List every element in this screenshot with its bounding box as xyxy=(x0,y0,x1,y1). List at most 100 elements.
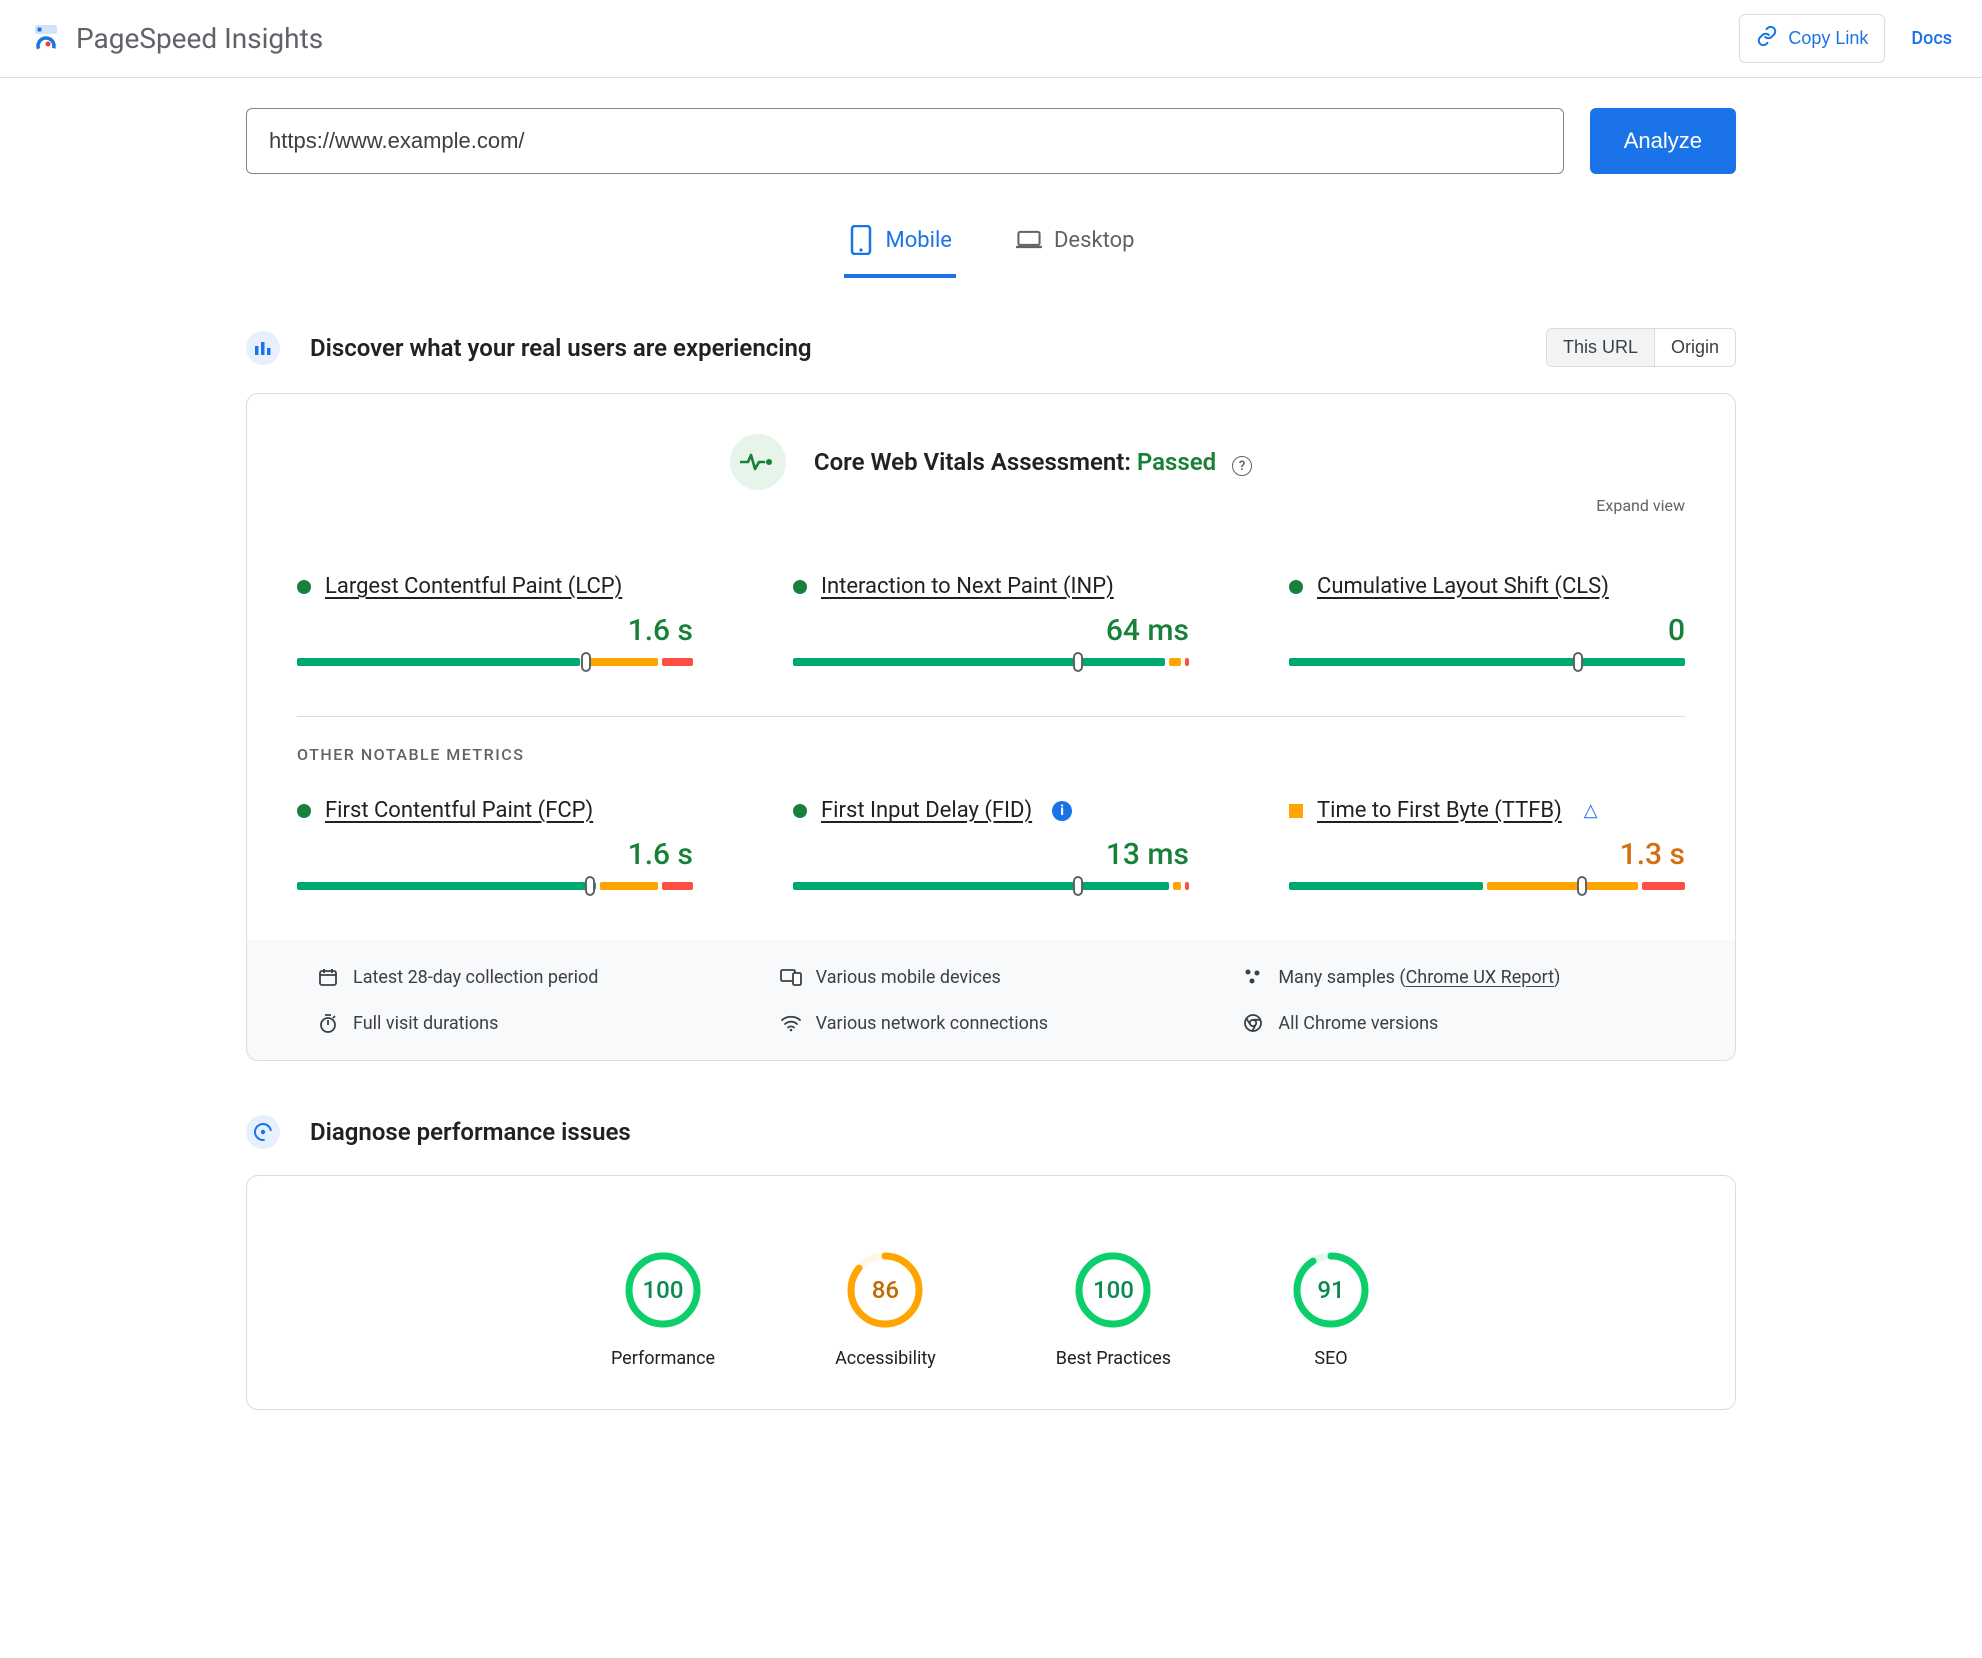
score-seo[interactable]: 91 SEO xyxy=(1291,1250,1371,1369)
footer-versions: All Chrome versions xyxy=(1242,1012,1665,1034)
scope-this-url[interactable]: This URL xyxy=(1547,329,1654,366)
score-value: 100 xyxy=(1073,1250,1153,1330)
docs-link[interactable]: Docs xyxy=(1911,28,1952,49)
url-input[interactable] xyxy=(246,108,1564,174)
status-dot-green xyxy=(793,804,807,818)
metric-inp-name[interactable]: Interaction to Next Paint (INP) xyxy=(821,574,1114,599)
discover-section-row: Discover what your real users are experi… xyxy=(246,328,1736,367)
metric-ttfb-bar xyxy=(1289,882,1685,890)
copy-link-label: Copy Link xyxy=(1788,28,1868,49)
metric-ttfb-name[interactable]: Time to First Byte (TTFB) xyxy=(1317,798,1562,823)
metric-ttfb-value: 1.3 s xyxy=(1289,837,1685,872)
metric-inp: Interaction to Next Paint (INP) 64 ms xyxy=(793,574,1189,666)
metric-ttfb: Time to First Byte (TTFB) △ 1.3 s xyxy=(1289,798,1685,890)
expand-view-link[interactable]: Expand view xyxy=(1596,496,1685,515)
app-title: PageSpeed Insights xyxy=(76,22,323,55)
info-icon[interactable]: i xyxy=(1052,801,1072,821)
score-label: Best Practices xyxy=(1056,1348,1171,1369)
stopwatch-icon xyxy=(317,1012,339,1034)
metric-fcp-name[interactable]: First Contentful Paint (FCP) xyxy=(325,798,593,823)
field-data-card: Core Web Vitals Assessment: Passed ? Exp… xyxy=(246,393,1736,1061)
app-header: PageSpeed Insights Copy Link Docs xyxy=(0,0,1982,78)
calendar-icon xyxy=(317,966,339,988)
samples-icon xyxy=(1242,966,1264,988)
status-dot-green xyxy=(297,580,311,594)
desktop-icon xyxy=(1016,224,1042,256)
metric-inp-bar xyxy=(793,658,1189,666)
lighthouse-scores: 100 Performance 86 Accessibility 100 Best Pra… xyxy=(297,1216,1685,1399)
tab-mobile[interactable]: Mobile xyxy=(844,220,956,278)
status-square-orange xyxy=(1289,804,1303,818)
url-row: Analyze xyxy=(246,108,1736,174)
analyze-button[interactable]: Analyze xyxy=(1590,108,1736,174)
metric-fid-value: 13 ms xyxy=(793,837,1189,872)
metric-fcp-value: 1.6 s xyxy=(297,837,693,872)
metric-fcp: First Contentful Paint (FCP) 1.6 s xyxy=(297,798,693,890)
header-actions: Copy Link Docs xyxy=(1739,14,1952,63)
score-value: 100 xyxy=(623,1250,703,1330)
score-accessibility[interactable]: 86 Accessibility xyxy=(835,1250,936,1369)
chrome-icon xyxy=(1242,1012,1264,1034)
metric-fid-bar xyxy=(793,882,1189,890)
footer-devices: Various mobile devices xyxy=(780,966,1203,988)
main-content: Analyze Mobile Desktop Discover what you… xyxy=(116,78,1866,1504)
wifi-icon xyxy=(780,1012,802,1034)
footer-samples: Many samples (Chrome UX Report) xyxy=(1242,966,1665,988)
crux-link[interactable]: Chrome UX Report xyxy=(1406,967,1554,988)
metric-lcp-bar xyxy=(297,658,693,666)
diagnose-title: Diagnose performance issues xyxy=(310,1118,631,1146)
metrics-divider xyxy=(297,716,1685,717)
scope-origin[interactable]: Origin xyxy=(1654,329,1735,366)
users-icon xyxy=(246,331,280,365)
scope-toggle: This URL Origin xyxy=(1546,328,1736,367)
gauge: 86 xyxy=(845,1250,925,1330)
score-label: Performance xyxy=(611,1348,715,1369)
score-label: Accessibility xyxy=(835,1348,936,1369)
metric-lcp: Largest Contentful Paint (LCP) 1.6 s xyxy=(297,574,693,666)
help-icon[interactable]: ? xyxy=(1232,456,1252,476)
footer-period: Latest 28-day collection period xyxy=(317,966,740,988)
status-dot-green xyxy=(297,804,311,818)
score-label: SEO xyxy=(1314,1348,1347,1369)
device-tabs: Mobile Desktop xyxy=(246,220,1736,278)
gauge: 100 xyxy=(1073,1250,1153,1330)
tab-desktop[interactable]: Desktop xyxy=(1012,220,1139,278)
footer-durations: Full visit durations xyxy=(317,1012,740,1034)
devices-icon xyxy=(780,966,802,988)
experimental-icon[interactable]: △ xyxy=(1584,800,1598,821)
diagnose-icon xyxy=(246,1115,280,1149)
pulse-icon xyxy=(730,434,786,490)
metric-fid-name[interactable]: First Input Delay (FID) xyxy=(821,798,1032,823)
score-best-practices[interactable]: 100 Best Practices xyxy=(1056,1250,1171,1369)
tab-mobile-label: Mobile xyxy=(886,228,952,253)
copy-link-button[interactable]: Copy Link xyxy=(1739,14,1885,63)
other-metrics-heading: OTHER NOTABLE METRICS xyxy=(297,745,1685,764)
field-data-footer: Latest 28-day collection period Various … xyxy=(247,940,1735,1060)
score-value: 86 xyxy=(845,1250,925,1330)
metric-fid: First Input Delay (FID) i 13 ms xyxy=(793,798,1189,890)
status-dot-green xyxy=(1289,580,1303,594)
metric-inp-value: 64 ms xyxy=(793,613,1189,648)
metric-fcp-bar xyxy=(297,882,693,890)
metric-cls-value: 0 xyxy=(1289,613,1685,648)
core-vitals-grid: Largest Contentful Paint (LCP) 1.6 s Int… xyxy=(297,510,1685,666)
other-metrics-grid: First Contentful Paint (FCP) 1.6 s First… xyxy=(297,794,1685,890)
assessment-label: Core Web Vitals Assessment: xyxy=(814,448,1137,476)
diagnose-section-row: Diagnose performance issues xyxy=(246,1115,1736,1149)
score-performance[interactable]: 100 Performance xyxy=(611,1250,715,1369)
cwv-assessment: Core Web Vitals Assessment: Passed ? Exp… xyxy=(297,434,1685,490)
assessment-text: Core Web Vitals Assessment: Passed ? xyxy=(814,448,1252,477)
gauge: 100 xyxy=(623,1250,703,1330)
status-dot-green xyxy=(793,580,807,594)
discover-title: Discover what your real users are experi… xyxy=(310,334,812,362)
metric-cls: Cumulative Layout Shift (CLS) 0 xyxy=(1289,574,1685,666)
metric-lcp-name[interactable]: Largest Contentful Paint (LCP) xyxy=(325,574,622,599)
link-icon xyxy=(1756,25,1778,52)
brand: PageSpeed Insights xyxy=(30,22,323,55)
gauge: 91 xyxy=(1291,1250,1371,1330)
metric-cls-bar xyxy=(1289,658,1685,666)
mobile-icon xyxy=(848,224,874,256)
lighthouse-card: 100 Performance 86 Accessibility 100 Best Pra… xyxy=(246,1175,1736,1410)
metric-cls-name[interactable]: Cumulative Layout Shift (CLS) xyxy=(1317,574,1609,599)
metric-lcp-value: 1.6 s xyxy=(297,613,693,648)
